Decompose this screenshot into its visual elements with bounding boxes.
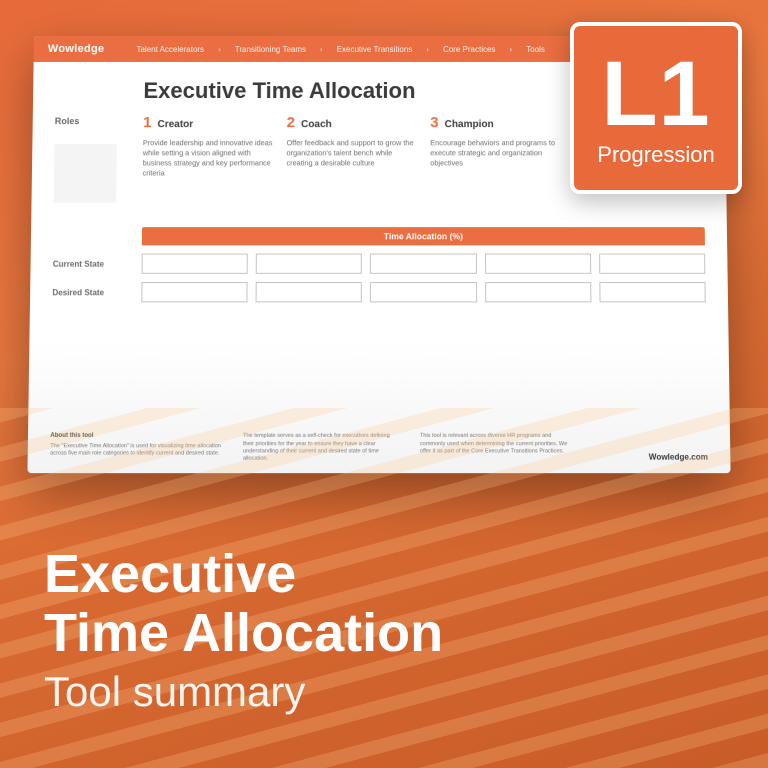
caption-sub: Tool summary (44, 668, 443, 716)
chevron-right-icon: › (320, 44, 323, 53)
role-number: 1 (143, 114, 152, 131)
input-cell (370, 254, 476, 274)
caption-line2: Time Allocation (44, 604, 443, 662)
footer-title: About this tool (50, 433, 224, 441)
role-number: 3 (430, 114, 438, 131)
footer-text: The template serves as a self-check for … (243, 433, 390, 461)
row-cells (142, 254, 706, 274)
input-cell (370, 282, 476, 302)
role-name: Creator (157, 119, 193, 130)
avatar (54, 144, 117, 203)
row-label: Desired State (52, 288, 141, 297)
chevron-right-icon: › (218, 44, 221, 53)
role-desc: Encourage behaviors and programs to exec… (430, 138, 560, 168)
role-column: 2 Coach Offer feedback and support to gro… (286, 114, 416, 184)
input-cell (599, 282, 706, 302)
role-column: 3 Champion Encourage behaviors and progra… (430, 114, 560, 184)
chevron-right-icon: › (426, 44, 429, 53)
breadcrumb: Core Practices (443, 44, 496, 53)
role-desc: Provide leadership and innovative ideas … (143, 138, 273, 178)
footer-text: The "Executive Time Allocation" is used … (50, 443, 221, 457)
promo-stage: L1 Progression Wowledge Talent Accelerat… (0, 0, 768, 768)
footer-col: The template serves as a self-check for … (243, 433, 402, 463)
roles-label: Roles (55, 114, 143, 126)
footer-col: About this tool The "Executive Time Allo… (50, 433, 225, 463)
breadcrumb: Transitioning Teams (235, 44, 306, 53)
input-cell (485, 254, 591, 274)
caption-line1: Executive (44, 545, 443, 603)
level-badge: L1 Progression (570, 22, 742, 194)
footer-col: This tool is relevant across diverse HR … (420, 433, 579, 463)
input-cell (256, 254, 362, 274)
role-desc: Offer feedback and support to grow the o… (286, 138, 416, 168)
doc-footer: About this tool The "Executive Time Allo… (50, 433, 708, 463)
table-row: Desired State (52, 282, 706, 302)
brand-logo: Wowledge (48, 43, 105, 55)
input-cell (485, 282, 592, 302)
breadcrumb: Talent Accelerators (136, 44, 204, 53)
row-label: Current State (53, 259, 142, 268)
roles-side: Roles (54, 114, 144, 203)
footer-site: Wowledge.com (597, 452, 708, 463)
role-number: 2 (287, 114, 295, 131)
level-sub: Progression (597, 142, 714, 168)
chevron-right-icon: › (509, 44, 512, 53)
allocation-header: Time Allocation (%) (142, 227, 705, 245)
input-cell (256, 282, 362, 302)
role-column: 1 Creator Provide leadership and innovati… (142, 114, 272, 184)
level-code: L1 (601, 48, 710, 140)
input-cell (142, 254, 248, 274)
table-row: Current State (53, 254, 706, 274)
input-cell (599, 254, 705, 274)
input-cell (141, 282, 248, 302)
row-cells (141, 282, 705, 302)
footer-text: This tool is relevant across diverse HR … (420, 433, 567, 454)
role-name: Coach (301, 119, 332, 130)
role-name: Champion (445, 119, 494, 130)
allocation-table: Time Allocation (%) Current State Desire… (52, 227, 706, 302)
promo-caption: Executive Time Allocation Tool summary (44, 545, 443, 716)
breadcrumb: Executive Transitions (337, 44, 413, 53)
breadcrumb: Tools (526, 44, 545, 53)
